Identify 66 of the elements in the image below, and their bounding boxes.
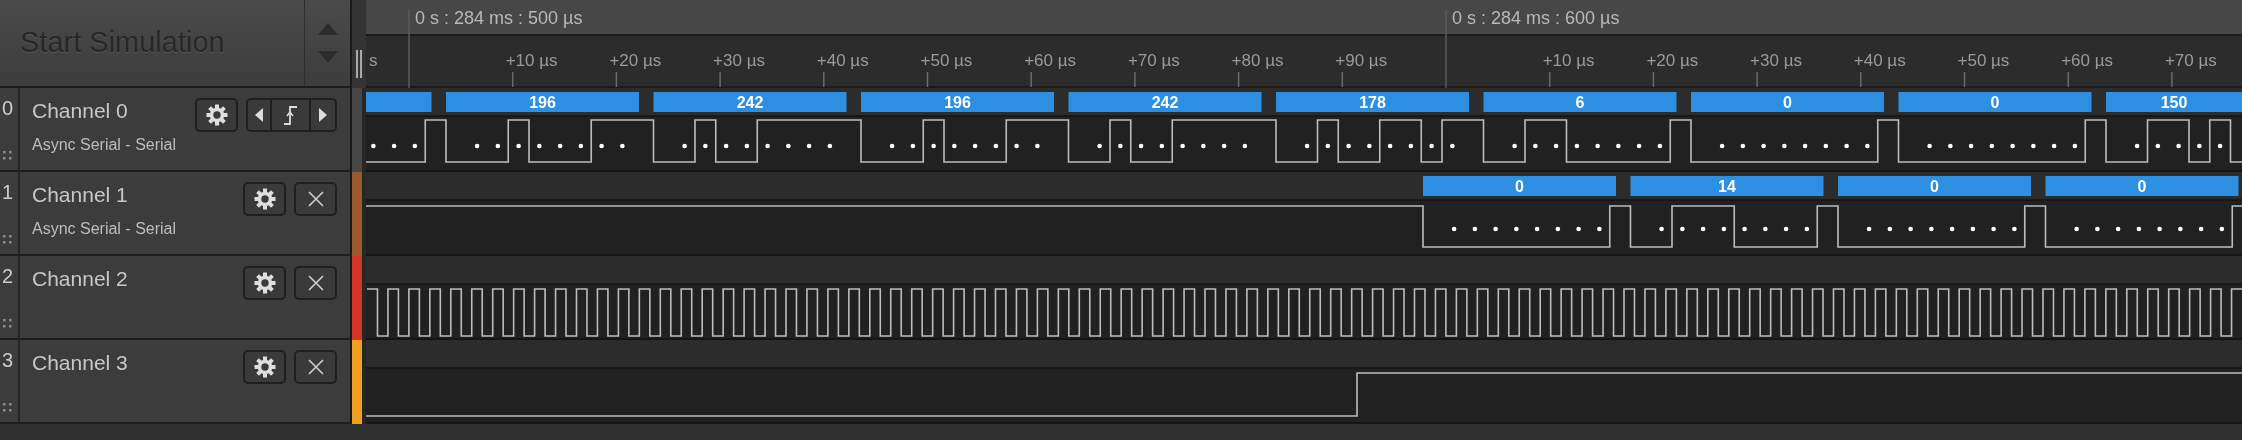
grip-icon[interactable] [2,318,12,328]
settings-button[interactable] [243,350,286,384]
close-button[interactable] [294,350,337,384]
close-icon [307,191,324,207]
time-tick-label: +30 µs [713,51,765,70]
time-tick-label: +40 µs [816,51,869,70]
channel-number: 3 [2,350,15,370]
close-button[interactable] [294,266,337,300]
decoded-value-bubble[interactable]: 0 [1838,176,2031,196]
time-tick-label: +60 µs [1024,51,1077,70]
decoded-value-bubble[interactable]: 242 [1068,92,1262,112]
decoded-value-bubble[interactable]: 196 [861,92,1054,112]
rising-edge-icon [283,105,298,125]
time-tick-label: +60 µs [2061,51,2114,70]
time-tick-label: +10 µs [1542,51,1595,70]
settings-icon [253,356,276,378]
time-tick-label: +70 µs [2164,51,2217,70]
decoded-value-bubble[interactable]: 242 [653,92,847,112]
timestamp-label: 0 s : 284 ms : 600 µs [1452,8,1620,28]
decoded-value-bubble[interactable]: 150 [2106,92,2242,112]
time-tick-label: +80 µs [1231,51,1284,70]
decoded-value-bubble[interactable]: 0 [1423,176,1616,196]
settings-button[interactable] [195,98,238,132]
analyzer-label: Async Serial - Serial [32,219,177,240]
timestamp-label: 0 s : 284 ms : 500 µs [415,8,583,28]
time-tick-label: +50 µs [920,51,973,70]
channel-name: Channel 1 [32,182,129,208]
time-tick-label: +20 µs [1646,51,1699,70]
settings-button[interactable] [243,182,286,216]
left-triangle-icon [255,108,263,122]
decoded-value-bubble[interactable]: 0 [1691,92,1884,112]
channel-name: Channel 2 [32,266,128,292]
right-triangle-icon [319,108,327,122]
decoded-value-bubble[interactable]: 196 [446,92,639,112]
trigger-button-group[interactable] [246,98,337,132]
grip-icon[interactable] [2,234,12,244]
time-tick-label: +40 µs [1853,51,1906,70]
close-button[interactable] [294,182,337,216]
resize-handle-icon[interactable] [356,50,362,78]
decoded-value-bubble[interactable]: 0 [2045,176,2239,196]
channel-number: 2 [2,266,15,286]
decoded-value-bubble[interactable]: 0 [1898,92,2092,112]
time-tick-label: +30 µs [1750,51,1802,70]
time-tick-label: +20 µs [609,51,662,70]
time-tick-label: +90 µs [1335,51,1388,70]
previous-edge-button[interactable] [248,100,272,130]
settings-icon [253,272,276,294]
grip-icon[interactable] [2,402,12,412]
settings-button[interactable] [243,266,286,300]
settings-icon [205,104,228,126]
decoded-value-bubble[interactable]: 178 [1276,92,1469,112]
close-icon [307,275,324,291]
analyzer-label: Async Serial - Serial [32,135,177,156]
channel-number: 1 [2,182,15,202]
decoded-value-bubble[interactable]: 6 [1483,92,1677,112]
time-tick-label: +50 µs [1957,51,2010,70]
time-tick-label: +10 µs [505,51,558,70]
channel-name: Channel 0 [32,98,129,124]
time-tick-label: s [369,51,378,70]
channel-number: 0 [2,98,15,118]
channel-name: Channel 3 [32,350,128,376]
close-icon [307,359,324,375]
decoded-value-bubble[interactable]: 14 [1630,176,1824,196]
time-tick-label: +70 µs [1127,51,1180,70]
grip-icon[interactable] [2,150,12,160]
settings-icon [253,188,276,210]
